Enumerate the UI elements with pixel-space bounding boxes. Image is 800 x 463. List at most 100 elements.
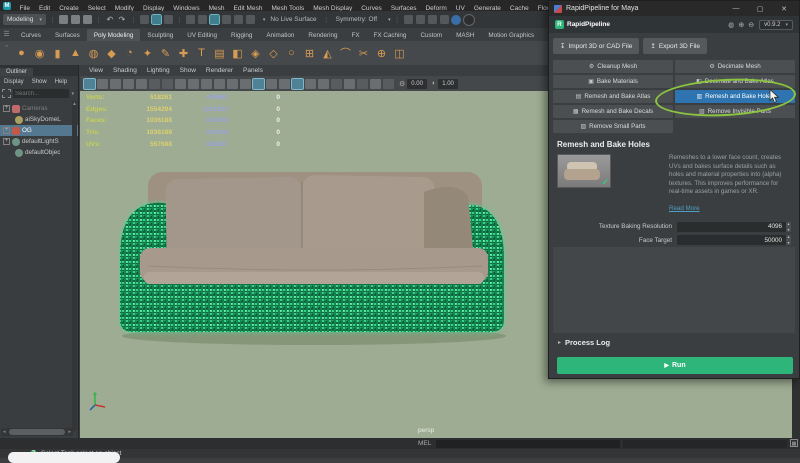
mel-input-field[interactable] bbox=[436, 439, 620, 448]
shelf-tool-icon[interactable]: ◍ bbox=[86, 45, 101, 61]
action-button[interactable]: ▦ Remesh and Bake Decals bbox=[553, 105, 673, 118]
toggle-icon[interactable] bbox=[439, 15, 449, 24]
viewport-toggle-icon[interactable] bbox=[370, 78, 381, 89]
process-log-header[interactable]: ▸ Process Log bbox=[558, 338, 610, 347]
file-button[interactable]: ↧ Import 3D or CAD File bbox=[553, 38, 640, 54]
exposure-icon[interactable]: ⚙ bbox=[399, 80, 405, 88]
shelf-tab[interactable]: Custom bbox=[413, 29, 449, 41]
outliner-menu-item[interactable]: Show bbox=[28, 79, 51, 85]
viewport-toggle-icon[interactable] bbox=[318, 78, 329, 89]
mel-mode-label[interactable]: MEL bbox=[418, 440, 431, 447]
outliner-tab[interactable]: Outliner bbox=[0, 68, 34, 76]
viewport-toggle-icon[interactable] bbox=[149, 78, 160, 89]
shelf-tool-icon[interactable]: ◭ bbox=[320, 45, 335, 61]
action-button[interactable]: ▤ Remesh and Bake Atlas bbox=[553, 90, 673, 103]
shelf-tab[interactable]: UV Editing bbox=[180, 29, 224, 41]
gamma-icon[interactable]: ◐ bbox=[432, 80, 436, 87]
snap-icon[interactable] bbox=[221, 15, 231, 24]
shelf-tab[interactable]: Poly Modeling bbox=[86, 29, 141, 41]
shelf-tool-icon[interactable]: ▤ bbox=[212, 45, 227, 61]
action-button[interactable]: ▥ Remesh and Bake Holes bbox=[675, 90, 795, 103]
spinner-up-icon[interactable]: ▲ bbox=[787, 235, 790, 239]
shelf-tab[interactable]: Curves bbox=[14, 29, 48, 41]
shelf-tool-icon[interactable]: ✂ bbox=[356, 45, 371, 61]
viewport-toggle-icon[interactable] bbox=[83, 77, 96, 90]
close-button[interactable]: ✕ bbox=[774, 5, 794, 13]
header-tool-icon[interactable]: ⊕ bbox=[738, 21, 744, 29]
run-button[interactable]: ▶ Run bbox=[557, 357, 793, 374]
snap-icon[interactable] bbox=[233, 15, 243, 24]
shelf-tab-menu-icon[interactable]: ☰ bbox=[3, 30, 9, 38]
selection-mask-icon[interactable] bbox=[150, 14, 162, 25]
shelf-tab[interactable]: FX bbox=[344, 29, 366, 41]
shelf-tab[interactable]: Sculpting bbox=[140, 29, 180, 41]
expand-toggle-icon[interactable]: + bbox=[3, 138, 10, 145]
viewport-toggle-icon[interactable] bbox=[266, 78, 277, 89]
chevron-down-icon[interactable]: ▾ bbox=[388, 17, 391, 23]
read-more-link[interactable]: Read More bbox=[669, 205, 700, 212]
parameter-input[interactable]: 50000 ▲ ▼ bbox=[677, 235, 791, 246]
shelf-tab[interactable]: Motion Graphics bbox=[481, 29, 541, 41]
chevron-down-icon[interactable]: ▾ bbox=[263, 17, 266, 23]
symmetry-label[interactable]: Symmetry: Off bbox=[333, 16, 380, 23]
shelf-tool-icon[interactable]: ⌒ bbox=[338, 45, 353, 61]
viewport-menu-item[interactable]: Panels bbox=[238, 67, 268, 74]
shelf-tool-icon[interactable]: T bbox=[194, 45, 209, 61]
ipr-render-icon[interactable] bbox=[462, 13, 475, 26]
action-button[interactable]: ◧ Decimate and Bake Atlas bbox=[675, 75, 795, 88]
selection-mask-icon[interactable] bbox=[163, 15, 173, 24]
expand-toggle-icon[interactable]: + bbox=[3, 105, 10, 112]
action-button[interactable]: ▨ Remove Small Parts bbox=[553, 120, 673, 133]
script-editor-icon[interactable]: ▦ bbox=[790, 439, 798, 447]
version-dropdown[interactable]: v0.9.2 ▾ bbox=[759, 19, 793, 30]
shelf-tool-icon[interactable]: ▮ bbox=[50, 45, 65, 61]
spinner-up-icon[interactable]: ▲ bbox=[787, 222, 790, 226]
file-button[interactable]: ↥ Export 3D File bbox=[643, 38, 708, 54]
menu-set-dropdown[interactable]: Modeling ▾ bbox=[3, 14, 46, 25]
outliner-horizontal-scrollbar[interactable]: ◂ ▸ bbox=[1, 428, 73, 436]
toggle-icon[interactable] bbox=[427, 15, 437, 24]
minimize-button[interactable]: — bbox=[726, 5, 746, 12]
outliner-menu-item[interactable]: Help bbox=[51, 79, 71, 85]
scrollbar-thumb[interactable] bbox=[8, 429, 66, 435]
expand-toggle-icon[interactable]: + bbox=[3, 127, 10, 134]
shelf-tab[interactable]: Surfaces bbox=[48, 29, 87, 41]
shelf-tool-icon[interactable]: ✚ bbox=[176, 45, 191, 61]
snap-icon[interactable] bbox=[208, 14, 220, 25]
shelf-tool-icon[interactable]: ⊕ bbox=[374, 45, 389, 61]
viewport-toggle-icon[interactable] bbox=[252, 77, 265, 90]
sofa-model-selected-wireframe[interactable] bbox=[118, 162, 530, 350]
outliner-item[interactable]: + Cameras bbox=[0, 103, 78, 114]
header-tool-icon[interactable]: ◍ bbox=[728, 21, 734, 29]
action-button[interactable]: ▣ Bake Materials bbox=[553, 75, 673, 88]
viewport-toggle-icon[interactable] bbox=[214, 78, 225, 89]
shelf-tab[interactable]: Animation bbox=[259, 29, 301, 41]
shelf-tab[interactable]: Rendering bbox=[301, 29, 344, 41]
file-operation-icon[interactable] bbox=[58, 15, 68, 24]
snap-icon[interactable] bbox=[185, 15, 195, 24]
viewport-toggle-icon[interactable] bbox=[136, 78, 147, 89]
viewport-menu-item[interactable]: View bbox=[84, 67, 108, 74]
exposure-value[interactable]: 0.00 bbox=[407, 78, 427, 89]
outliner-item[interactable]: + defaultLightS bbox=[0, 136, 78, 147]
shelf-tab[interactable]: MASH bbox=[449, 29, 481, 41]
file-operation-icon[interactable] bbox=[82, 15, 92, 24]
viewport-toggle-icon[interactable] bbox=[279, 78, 290, 89]
action-button[interactable]: ⚙ Cleanup Mesh bbox=[553, 60, 673, 73]
shelf-tool-icon[interactable]: ▲ bbox=[68, 45, 83, 61]
shelf-tool-icon[interactable]: ✎ bbox=[158, 45, 173, 61]
shelf-tool-icon[interactable]: ⊞ bbox=[302, 45, 317, 61]
viewport-toggle-icon[interactable] bbox=[344, 78, 355, 89]
viewport-toggle-icon[interactable] bbox=[331, 78, 342, 89]
viewport-toggle-icon[interactable] bbox=[291, 77, 304, 90]
viewport-toggle-icon[interactable] bbox=[175, 78, 186, 89]
spinner-control[interactable]: ▲▼ bbox=[786, 221, 791, 232]
spinner-down-icon[interactable]: ▼ bbox=[787, 228, 790, 232]
outliner-vertical-scrollbar[interactable]: ▲ bbox=[72, 101, 77, 431]
collapse-arrow-icon[interactable]: ▸ bbox=[558, 339, 561, 346]
viewport-toggle-icon[interactable] bbox=[188, 78, 199, 89]
viewport-toggle-icon[interactable] bbox=[240, 78, 251, 89]
viewport-menu-item[interactable]: Renderer bbox=[201, 67, 238, 74]
maximize-button[interactable]: ▢ bbox=[750, 5, 770, 13]
viewport-toggle-icon[interactable] bbox=[201, 78, 212, 89]
